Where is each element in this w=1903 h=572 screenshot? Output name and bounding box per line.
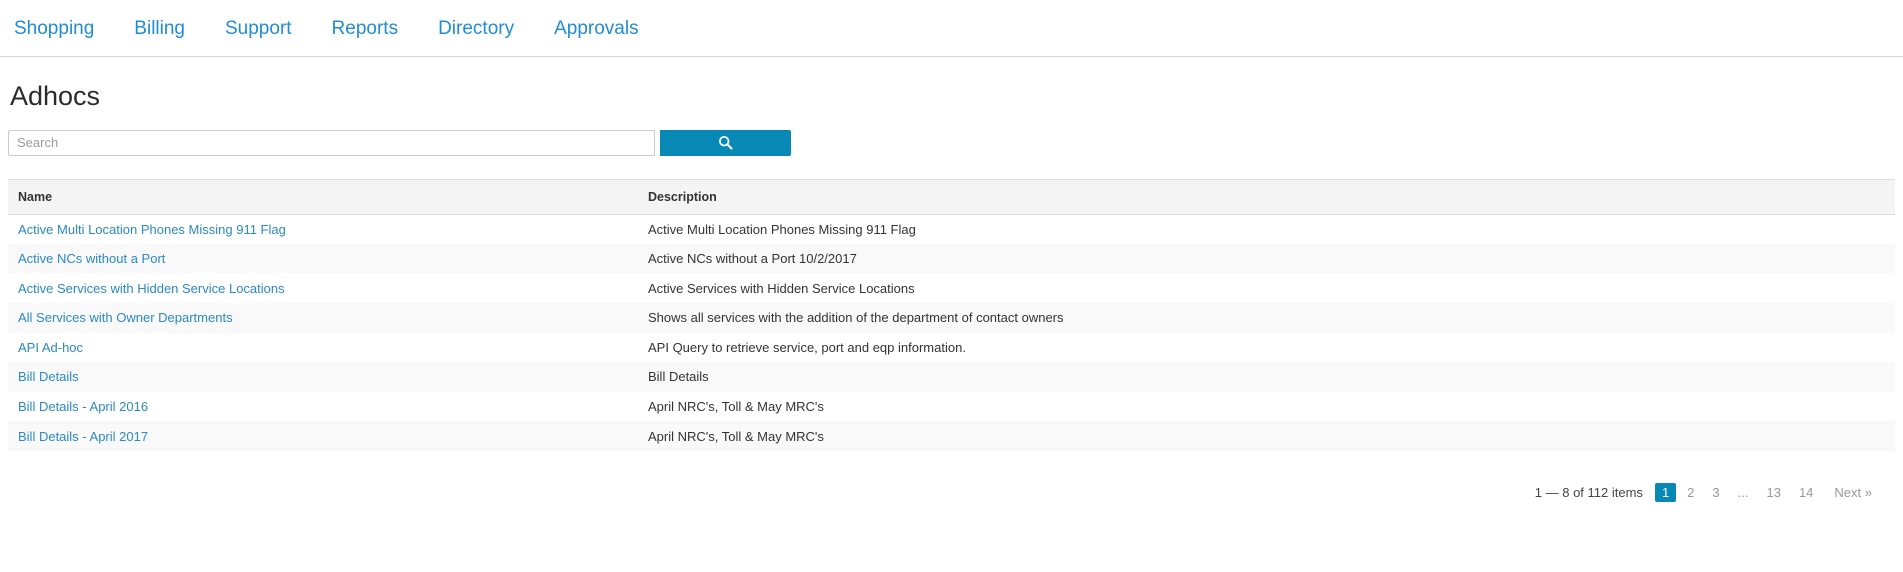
pagination-page-13[interactable]: 13 <box>1759 483 1787 502</box>
search-input[interactable] <box>8 130 655 156</box>
table-row: Active Multi Location Phones Missing 911… <box>8 214 1895 244</box>
adhoc-link[interactable]: Bill Details - April 2017 <box>18 429 148 444</box>
table-row: Bill Details Bill Details <box>8 362 1895 392</box>
table-body: Active Multi Location Phones Missing 911… <box>8 214 1895 451</box>
table-header-row: Name Description <box>8 179 1895 214</box>
table-cell-description: Active NCs without a Port 10/2/2017 <box>638 244 1895 274</box>
table-row: API Ad-hoc API Query to retrieve service… <box>8 333 1895 363</box>
top-navigation: Shopping Billing Support Reports Directo… <box>0 0 1903 57</box>
table-cell-name: Active Multi Location Phones Missing 911… <box>8 214 638 244</box>
pagination-summary: 1 — 8 of 112 items <box>1535 485 1643 500</box>
table-row: Active NCs without a Port Active NCs wit… <box>8 244 1895 274</box>
page-title: Adhocs <box>10 82 1895 112</box>
nav-item-approvals[interactable]: Approvals <box>534 19 659 38</box>
search-bar <box>8 130 1895 156</box>
adhoc-link[interactable]: Active NCs without a Port <box>18 251 165 266</box>
pagination-ellipsis: ... <box>1731 483 1756 502</box>
table-cell-name: API Ad-hoc <box>8 333 638 363</box>
table-cell-description: Active Multi Location Phones Missing 911… <box>638 214 1895 244</box>
search-button[interactable] <box>660 130 791 156</box>
table-cell-name: Bill Details <box>8 362 638 392</box>
adhoc-link[interactable]: Active Multi Location Phones Missing 911… <box>18 222 286 237</box>
nav-item-directory[interactable]: Directory <box>418 19 534 38</box>
table-cell-description: Bill Details <box>638 362 1895 392</box>
pagination-page-14[interactable]: 14 <box>1792 483 1820 502</box>
table-cell-name: Active Services with Hidden Service Loca… <box>8 273 638 303</box>
table-cell-description: April NRC's, Toll & May MRC's <box>638 392 1895 422</box>
column-header-description[interactable]: Description <box>638 179 1895 214</box>
pagination-page-1[interactable]: 1 <box>1655 483 1676 502</box>
adhocs-table: Name Description Active Multi Location P… <box>8 179 1895 451</box>
table-cell-description: Active Services with Hidden Service Loca… <box>638 273 1895 303</box>
pagination-next-button[interactable]: Next » <box>1824 483 1879 502</box>
adhoc-link[interactable]: Active Services with Hidden Service Loca… <box>18 281 285 296</box>
adhoc-link[interactable]: Bill Details <box>18 369 79 384</box>
pagination: 1 — 8 of 112 items 1 2 3 ... 13 14 Next … <box>8 451 1895 502</box>
pagination-page-2[interactable]: 2 <box>1680 483 1701 502</box>
adhoc-link[interactable]: Bill Details - April 2016 <box>18 399 148 414</box>
table-header: Name Description <box>8 179 1895 214</box>
table-cell-name: Bill Details - April 2016 <box>8 392 638 422</box>
table-cell-name: Bill Details - April 2017 <box>8 421 638 451</box>
nav-item-reports[interactable]: Reports <box>312 19 419 38</box>
table-cell-description: API Query to retrieve service, port and … <box>638 333 1895 363</box>
column-header-name[interactable]: Name <box>8 179 638 214</box>
adhoc-link[interactable]: All Services with Owner Departments <box>18 310 233 325</box>
table-cell-description: Shows all services with the addition of … <box>638 303 1895 333</box>
table-cell-name: Active NCs without a Port <box>8 244 638 274</box>
pagination-controls: 1 2 3 ... 13 14 Next » <box>1653 483 1881 502</box>
table-cell-description: April NRC's, Toll & May MRC's <box>638 421 1895 451</box>
pagination-page-3[interactable]: 3 <box>1705 483 1726 502</box>
nav-item-billing[interactable]: Billing <box>114 19 205 38</box>
adhoc-link[interactable]: API Ad-hoc <box>18 340 83 355</box>
table-row: Bill Details - April 2017 April NRC's, T… <box>8 421 1895 451</box>
nav-item-support[interactable]: Support <box>205 19 312 38</box>
table-row: Bill Details - April 2016 April NRC's, T… <box>8 392 1895 422</box>
nav-item-shopping[interactable]: Shopping <box>8 19 114 38</box>
search-icon <box>718 135 733 150</box>
table-row: All Services with Owner Departments Show… <box>8 303 1895 333</box>
table-row: Active Services with Hidden Service Loca… <box>8 273 1895 303</box>
page-content: Adhocs Name Description Active Multi Loc… <box>0 82 1903 502</box>
table-cell-name: All Services with Owner Departments <box>8 303 638 333</box>
